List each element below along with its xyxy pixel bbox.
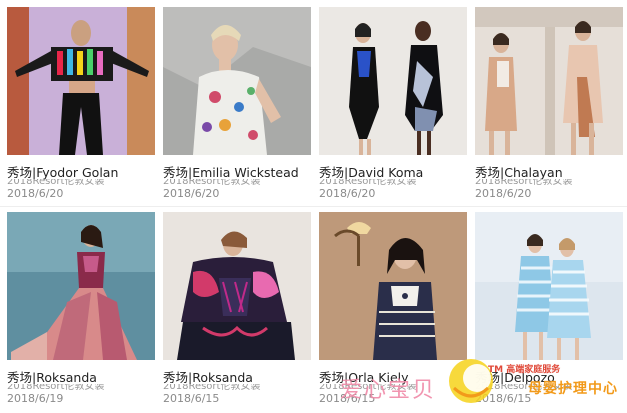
card-subtitle: 2018Resort伦敦女装: [7, 384, 105, 392]
card-date: 2018/6/19: [7, 392, 64, 405]
card-subtitle: 2018Resort伦敦女装: [319, 179, 417, 187]
card-date: 2018/6/20: [319, 187, 376, 200]
card-date: 2018/6/20: [163, 187, 220, 200]
card-subtitle: 2018Resort伦敦女装: [319, 384, 417, 392]
card-date: 2018/6/15: [319, 392, 376, 405]
card-thumbnail[interactable]: [475, 212, 623, 360]
card-subtitle: 2018Resort伦敦女装: [475, 179, 573, 187]
card-thumbnail[interactable]: [319, 212, 467, 360]
article-grid: 秀场|Fyodor Golan 2018Resort伦敦女装 2018/6/20: [0, 0, 627, 413]
row-divider: [0, 206, 627, 207]
card-thumbnail[interactable]: [319, 7, 467, 155]
card-date: 2018/6/15: [475, 392, 532, 405]
card-subtitle: 2018Resort伦敦女装: [7, 179, 105, 187]
card-thumbnail[interactable]: [475, 7, 623, 155]
card-thumbnail[interactable]: [163, 212, 311, 360]
card-subtitle: 2018Resort伦敦女装: [163, 179, 261, 187]
card-date: 2018/6/20: [7, 187, 64, 200]
card-subtitle: 2018Resort伦敦女装: [475, 384, 573, 392]
card-date: 2018/6/20: [475, 187, 532, 200]
card-thumbnail[interactable]: [7, 212, 155, 360]
card-thumbnail[interactable]: [163, 7, 311, 155]
card-date: 2018/6/15: [163, 392, 220, 405]
card-thumbnail[interactable]: [7, 7, 155, 155]
card-subtitle: 2018Resort伦敦女装: [163, 384, 261, 392]
